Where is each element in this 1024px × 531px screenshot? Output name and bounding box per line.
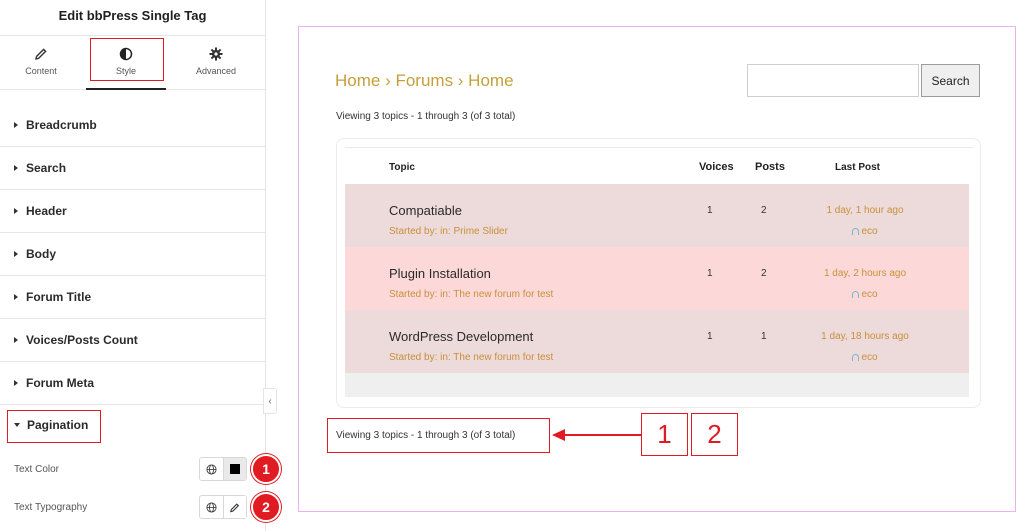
breadcrumb[interactable]: Home › Forums › Home: [335, 71, 514, 91]
topic-title-link[interactable]: Compatiable: [389, 203, 462, 218]
section-label: Forum Title: [26, 290, 92, 304]
last-post-author[interactable]: eco: [775, 352, 955, 363]
posts-count: 2: [761, 205, 767, 216]
pencil-edit-icon[interactable]: [222, 496, 246, 518]
tab-content-label: Content: [25, 66, 57, 76]
text-color-label: Text Color: [14, 463, 60, 475]
last-post-link[interactable]: 1 day, 1 hour ago: [775, 205, 955, 216]
callout-number-1: 1: [641, 413, 688, 456]
header-topic: Topic: [389, 162, 415, 173]
panel-title: Edit bbPress Single Tag: [0, 0, 265, 36]
global-icon[interactable]: [200, 496, 223, 518]
avatar-icon: [852, 354, 860, 361]
global-icon[interactable]: [200, 458, 223, 480]
author-name: eco: [861, 289, 878, 300]
search-input[interactable]: [747, 64, 919, 97]
section-label: Body: [26, 247, 56, 261]
table-row: Plugin Installation Started by: in: The …: [345, 247, 969, 310]
section-body[interactable]: Body: [0, 233, 266, 276]
header-last-post: Last Post: [835, 162, 881, 173]
table-header: Topic Voices Posts Last Post: [345, 147, 973, 183]
color-swatch-icon[interactable]: [222, 458, 246, 480]
topic-meta[interactable]: Started by: in: Prime Slider: [389, 226, 508, 237]
text-typography-label: Text Typography: [14, 501, 88, 513]
last-post-author[interactable]: eco: [775, 289, 955, 300]
text-typography-control: Text Typography 2: [14, 492, 281, 522]
search-button[interactable]: Search: [921, 64, 980, 97]
table-row: Compatiable Started by: in: Prime Slider…: [345, 184, 969, 247]
table-row: WordPress Development Started by: in: Th…: [345, 310, 969, 373]
panel-collapse-handle[interactable]: ‹: [263, 388, 277, 414]
posts-count: 2: [761, 268, 767, 279]
topic-meta[interactable]: Started by: in: The new forum for test: [389, 289, 553, 300]
caret-right-icon: [14, 208, 18, 214]
callout-arrow-line: [563, 434, 641, 436]
pagination-count-bottom: Viewing 3 topics - 1 through 3 (of 3 tot…: [327, 418, 550, 453]
topics-table: Topic Voices Posts Last Post Compatiable…: [336, 138, 981, 408]
section-label: Voices/Posts Count: [26, 333, 138, 347]
last-post-link[interactable]: 1 day, 18 hours ago: [775, 331, 955, 342]
posts-count: 1: [761, 331, 767, 342]
callout-badge-1: 1: [251, 454, 281, 484]
section-label: Pagination: [27, 418, 89, 432]
preview-canvas: Home › Forums › Home Search Viewing 3 to…: [298, 26, 1016, 512]
header-voices: Voices: [699, 161, 734, 173]
chevron-left-icon: ‹: [268, 395, 272, 407]
section-label: Forum Meta: [26, 376, 95, 390]
style-sections: Breadcrumb Search Header Body Forum Titl…: [0, 104, 266, 405]
section-pagination[interactable]: Pagination: [14, 418, 88, 432]
header-posts: Posts: [755, 161, 785, 173]
caret-right-icon: [14, 251, 18, 257]
section-search[interactable]: Search: [0, 147, 266, 190]
section-header[interactable]: Header: [0, 190, 266, 233]
text-color-picker: [199, 457, 247, 481]
section-label: Header: [26, 204, 67, 218]
table-footer-row: [345, 373, 969, 397]
caret-right-icon: [14, 294, 18, 300]
style-tab-highlight: [90, 38, 164, 81]
text-color-control: Text Color 1: [14, 454, 281, 484]
voices-count: 1: [707, 268, 713, 279]
gear-icon: [209, 47, 223, 61]
section-label: Breadcrumb: [26, 118, 97, 132]
caret-right-icon: [14, 165, 18, 171]
avatar-icon: [852, 228, 860, 235]
pagination-count-top: Viewing 3 topics - 1 through 3 (of 3 tot…: [336, 111, 516, 122]
caret-right-icon: [14, 337, 18, 343]
callout-badge-2: 2: [251, 492, 281, 522]
caret-right-icon: [14, 122, 18, 128]
caret-down-icon: [14, 423, 20, 427]
last-post-link[interactable]: 1 day, 2 hours ago: [775, 268, 955, 279]
voices-count: 1: [707, 205, 713, 216]
tab-content[interactable]: Content: [1, 36, 81, 90]
section-label: Search: [26, 161, 67, 175]
section-voices-posts-count[interactable]: Voices/Posts Count: [0, 319, 266, 362]
panel-tabs: Content Style Advanced: [0, 36, 265, 90]
editor-panel: Edit bbPress Single Tag Content Style Ad…: [0, 0, 281, 531]
voices-count: 1: [707, 331, 713, 342]
tab-advanced-label: Advanced: [195, 66, 237, 76]
typography-picker: [199, 495, 247, 519]
last-post-author[interactable]: eco: [775, 226, 955, 237]
tab-advanced[interactable]: Advanced: [176, 36, 256, 90]
section-forum-title[interactable]: Forum Title: [0, 276, 266, 319]
section-forum-meta[interactable]: Forum Meta: [0, 362, 266, 405]
avatar-icon: [852, 291, 860, 298]
topic-meta[interactable]: Started by: in: The new forum for test: [389, 352, 553, 363]
author-name: eco: [861, 226, 878, 237]
topic-title-link[interactable]: Plugin Installation: [389, 266, 491, 281]
callout-number-2: 2: [691, 413, 738, 456]
author-name: eco: [861, 352, 878, 363]
topic-title-link[interactable]: WordPress Development: [389, 329, 533, 344]
pencil-icon: [35, 48, 47, 60]
caret-right-icon: [14, 380, 18, 386]
section-breadcrumb[interactable]: Breadcrumb: [0, 104, 266, 147]
